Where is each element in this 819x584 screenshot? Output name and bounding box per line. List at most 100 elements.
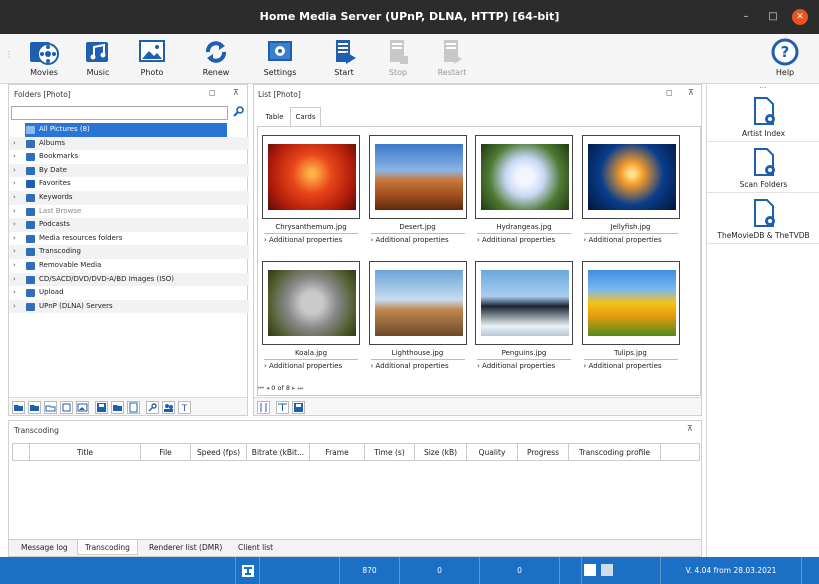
photo-button[interactable]: Photo: [127, 36, 177, 82]
expand-chevron-icon[interactable]: ›: [13, 177, 16, 191]
folder-tree-item[interactable]: › Podcasts: [9, 218, 249, 232]
text-icon[interactable]: T: [178, 401, 191, 414]
column-header[interactable]: Time (s): [365, 444, 415, 461]
folder-settings-icon[interactable]: [60, 401, 73, 414]
folder-tree-item[interactable]: › Media resources folders: [9, 232, 249, 246]
folder-icon[interactable]: [28, 401, 41, 414]
next-page-icon[interactable]: ▸: [292, 384, 295, 392]
column-header[interactable]: Transcoding profile: [569, 444, 661, 461]
column-header[interactable]: Bitrate (kBit...: [247, 444, 310, 461]
transcoding-pin-icon[interactable]: ⊼: [687, 424, 693, 433]
folder-tree-item[interactable]: › Favorites: [9, 177, 249, 191]
additional-properties-toggle[interactable]: › Additional properties: [477, 236, 555, 244]
music-button[interactable]: Music: [73, 36, 123, 82]
photo-thumbnail-frame[interactable]: [262, 135, 360, 219]
help-button[interactable]: ? Help: [760, 36, 810, 82]
expand-chevron-icon[interactable]: ›: [13, 164, 16, 178]
photo-card[interactable]: Chrysanthemum.jpg › Additional properties: [262, 135, 364, 253]
list-maximize-icon[interactable]: ◻: [666, 88, 673, 97]
additional-properties-toggle[interactable]: › Additional properties: [264, 236, 342, 244]
expand-chevron-icon[interactable]: ›: [13, 259, 16, 273]
photo-thumbnail-frame[interactable]: [475, 261, 573, 345]
photo-thumbnail-frame[interactable]: [368, 135, 467, 219]
search-button[interactable]: [230, 106, 245, 120]
column-header[interactable]: Quality: [467, 444, 518, 461]
properties-icon[interactable]: [127, 401, 140, 414]
column-header[interactable]: Size (kB): [415, 444, 467, 461]
additional-properties-toggle[interactable]: › Additional properties: [371, 362, 449, 370]
status-box-icon-2[interactable]: [601, 564, 613, 576]
restart-button[interactable]: Restart: [427, 36, 477, 82]
close-button[interactable]: ✕: [792, 9, 808, 25]
photo-card[interactable]: Koala.jpg › Additional properties: [262, 261, 364, 379]
start-button[interactable]: Start: [319, 36, 369, 82]
list-save-icon[interactable]: [292, 401, 305, 414]
stop-button[interactable]: Stop: [373, 36, 423, 82]
expand-chevron-icon[interactable]: ›: [13, 300, 16, 314]
column-header[interactable]: Frame: [310, 444, 365, 461]
maximize-button[interactable]: □: [765, 9, 781, 25]
expand-chevron-icon[interactable]: ›: [13, 137, 16, 151]
prev-page-icon[interactable]: ◂: [266, 384, 269, 392]
expand-chevron-icon[interactable]: ›: [13, 273, 16, 287]
column-header[interactable]: Progress: [518, 444, 569, 461]
image-icon[interactable]: [76, 401, 89, 414]
folder-tree-item[interactable]: › Transcoding: [9, 245, 249, 259]
sort-icon[interactable]: [257, 401, 270, 414]
expand-chevron-icon[interactable]: ›: [13, 205, 16, 219]
status-box-icon[interactable]: [584, 564, 596, 576]
tab-message-log[interactable]: Message log: [14, 540, 75, 555]
photo-thumbnail-frame[interactable]: [262, 261, 360, 345]
key-icon[interactable]: [146, 401, 159, 414]
export-icon[interactable]: [111, 401, 124, 414]
column-header[interactable]: File: [141, 444, 191, 461]
folder-tree-item[interactable]: All Pictures (8): [9, 123, 249, 137]
additional-properties-toggle[interactable]: › Additional properties: [584, 236, 662, 244]
filter-icon[interactable]: [276, 401, 289, 414]
artist-index-button[interactable]: Artist Index: [707, 92, 819, 142]
additional-properties-toggle[interactable]: › Additional properties: [477, 362, 555, 370]
column-header[interactable]: Speed (fps): [191, 444, 247, 461]
tab-table[interactable]: Table: [258, 109, 291, 126]
additional-properties-toggle[interactable]: › Additional properties: [371, 236, 449, 244]
photo-card[interactable]: Jellyfish.jpg › Additional properties: [581, 135, 684, 253]
users-icon[interactable]: [162, 401, 175, 414]
renew-button[interactable]: Renew: [191, 36, 241, 82]
tab-client-list[interactable]: Client list: [231, 540, 280, 555]
expand-chevron-icon[interactable]: ›: [13, 218, 16, 232]
last-page-icon[interactable]: ⏭: [297, 384, 303, 392]
movies-button[interactable]: Movies: [19, 36, 69, 82]
tab-cards[interactable]: Cards: [290, 107, 321, 127]
photo-thumbnail-frame[interactable]: [581, 135, 680, 219]
folders-search-input[interactable]: [11, 106, 228, 120]
list-pin-icon[interactable]: ⊼: [688, 88, 694, 97]
save-icon[interactable]: [95, 401, 108, 414]
tab-transcoding[interactable]: Transcoding: [77, 540, 138, 555]
scan-folders-button[interactable]: Scan Folders: [707, 143, 819, 193]
minimize-button[interactable]: –: [738, 9, 754, 25]
photo-thumbnail-frame[interactable]: [475, 135, 573, 219]
photo-card[interactable]: Hydrangeas.jpg › Additional properties: [475, 135, 577, 253]
photo-thumbnail-frame[interactable]: [581, 261, 680, 345]
expand-chevron-icon[interactable]: ›: [13, 150, 16, 164]
additional-properties-toggle[interactable]: › Additional properties: [584, 362, 662, 370]
panel-pin-icon[interactable]: ⊼: [233, 88, 239, 97]
expand-chevron-icon[interactable]: ›: [13, 232, 16, 246]
first-page-icon[interactable]: ⏮: [258, 384, 264, 392]
folder-tree-item[interactable]: › UPnP (DLNA) Servers: [9, 299, 249, 314]
open-folder-icon[interactable]: [12, 401, 25, 414]
expand-chevron-icon[interactable]: ›: [13, 191, 16, 205]
folder-tree-item[interactable]: › CD/SACD/DVD/DVD-A/BD Images (ISO): [9, 272, 249, 287]
folder-tree-item[interactable]: › By Date: [9, 163, 249, 178]
photo-card[interactable]: Penguins.jpg › Additional properties: [475, 261, 577, 379]
column-header[interactable]: Title: [30, 444, 141, 461]
folder-tree-item[interactable]: › Albums: [9, 136, 249, 151]
expand-chevron-icon[interactable]: ›: [13, 245, 16, 259]
photo-thumbnail-frame[interactable]: [368, 261, 467, 345]
folder-tree-item[interactable]: › Last Browse: [9, 205, 249, 219]
folder-tree-item[interactable]: › Upload: [9, 286, 249, 300]
expand-chevron-icon[interactable]: ›: [13, 286, 16, 300]
photo-card[interactable]: Tulips.jpg › Additional properties: [581, 261, 684, 379]
photo-card[interactable]: Desert.jpg › Additional properties: [368, 135, 471, 253]
tab-renderer-list[interactable]: Renderer list (DMR): [142, 540, 229, 555]
